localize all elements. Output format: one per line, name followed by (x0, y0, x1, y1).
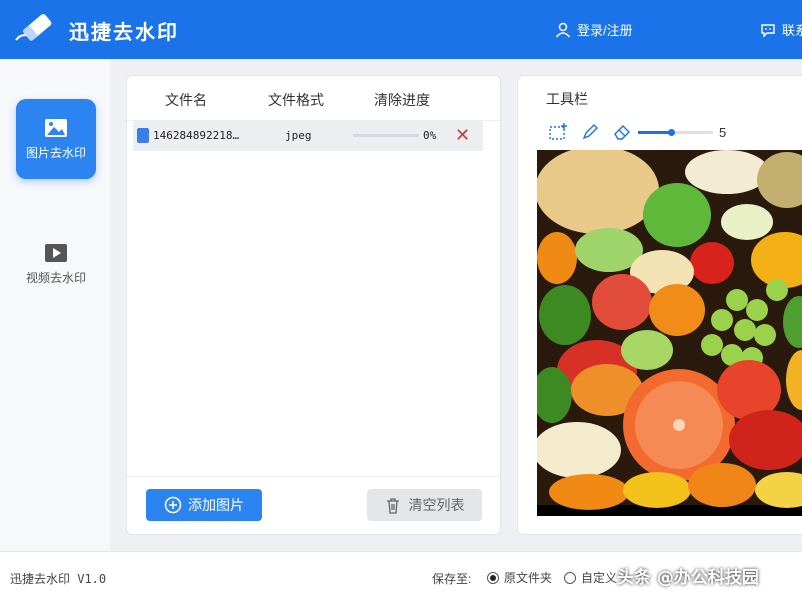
column-format: 文件格式 (268, 92, 324, 108)
add-image-label: 添加图片 (188, 497, 244, 513)
radio-dot (487, 571, 499, 584)
watermark-text: 头条 @办公科技园 (617, 568, 759, 588)
file-format: jpeg (285, 129, 312, 142)
login-label: 登录/注册 (577, 23, 633, 38)
user-icon (555, 22, 571, 37)
chat-icon (761, 23, 775, 38)
column-progress: 清除进度 (374, 92, 430, 108)
sidebar-item-label: 视频去水印 (25, 270, 86, 285)
radio-original-folder[interactable]: 原文件夹 (487, 569, 552, 586)
tool-group (548, 122, 632, 142)
add-image-button[interactable]: 添加图片 (146, 489, 262, 521)
status-bar: 迅捷去水印 V1.0 保存至: 原文件夹 自定义 头条 @办公科技园 (0, 551, 802, 600)
table-row[interactable]: 146284892218… jpeg 0% ✕ (133, 121, 483, 151)
eraser-icon[interactable] (612, 122, 632, 142)
progress-percent: 0% (423, 129, 437, 142)
clear-list-button[interactable]: 清空列表 (367, 489, 482, 521)
footer-divider (127, 476, 500, 477)
brush-size-value: 5 (719, 125, 727, 140)
radio-custom-folder[interactable]: 自定义 (564, 569, 617, 586)
progress-bar (353, 134, 419, 137)
save-to-label: 保存至: (432, 572, 472, 586)
sidebar-item-image-watermark[interactable]: 图片去水印 (16, 99, 96, 179)
slider-handle[interactable] (668, 129, 675, 136)
toolbar-panel: 工具栏 5 (517, 75, 802, 535)
toolbar-title: 工具栏 (546, 91, 588, 107)
radio-label: 原文件夹 (504, 571, 553, 585)
contact-label: 联系 (782, 23, 802, 38)
app-header: 迅捷去水印 登录/注册 联系 (0, 0, 802, 59)
file-name: 146284892218… (153, 129, 240, 142)
file-list-panel: 文件名 文件格式 清除进度 146284892218… jpeg 0% ✕ 添加… (126, 75, 501, 535)
plus-circle-icon (164, 496, 182, 514)
sidebar-item-video-watermark[interactable]: 视频去水印 (16, 224, 96, 304)
image-preview[interactable] (537, 150, 802, 516)
brush-icon[interactable] (580, 122, 600, 142)
fruit-photo (537, 150, 802, 516)
column-filename: 文件名 (165, 92, 207, 108)
brush-size-slider[interactable] (638, 129, 713, 136)
version-label: 迅捷去水印 V1.0 (10, 572, 107, 586)
file-list-header: 文件名 文件格式 清除进度 (127, 76, 500, 121)
login-register-button[interactable]: 登录/注册 (555, 20, 633, 39)
video-play-icon (45, 243, 67, 262)
delete-icon[interactable]: ✕ (455, 125, 470, 146)
clear-list-label: 清空列表 (408, 497, 465, 513)
app-title: 迅捷去水印 (69, 20, 179, 44)
radio-label: 自定义 (581, 571, 618, 585)
sidebar-item-label: 图片去水印 (25, 145, 86, 160)
image-icon (45, 118, 67, 137)
radio-dot (564, 571, 576, 584)
image-file-icon (137, 128, 149, 143)
trash-icon (386, 497, 399, 514)
eraser-logo-icon (15, 14, 52, 41)
rect-select-icon[interactable] (548, 122, 568, 142)
contact-button[interactable]: 联系 (760, 20, 802, 39)
slider-fill (638, 131, 671, 134)
sidebar: 图片去水印 视频去水印 (0, 59, 110, 551)
